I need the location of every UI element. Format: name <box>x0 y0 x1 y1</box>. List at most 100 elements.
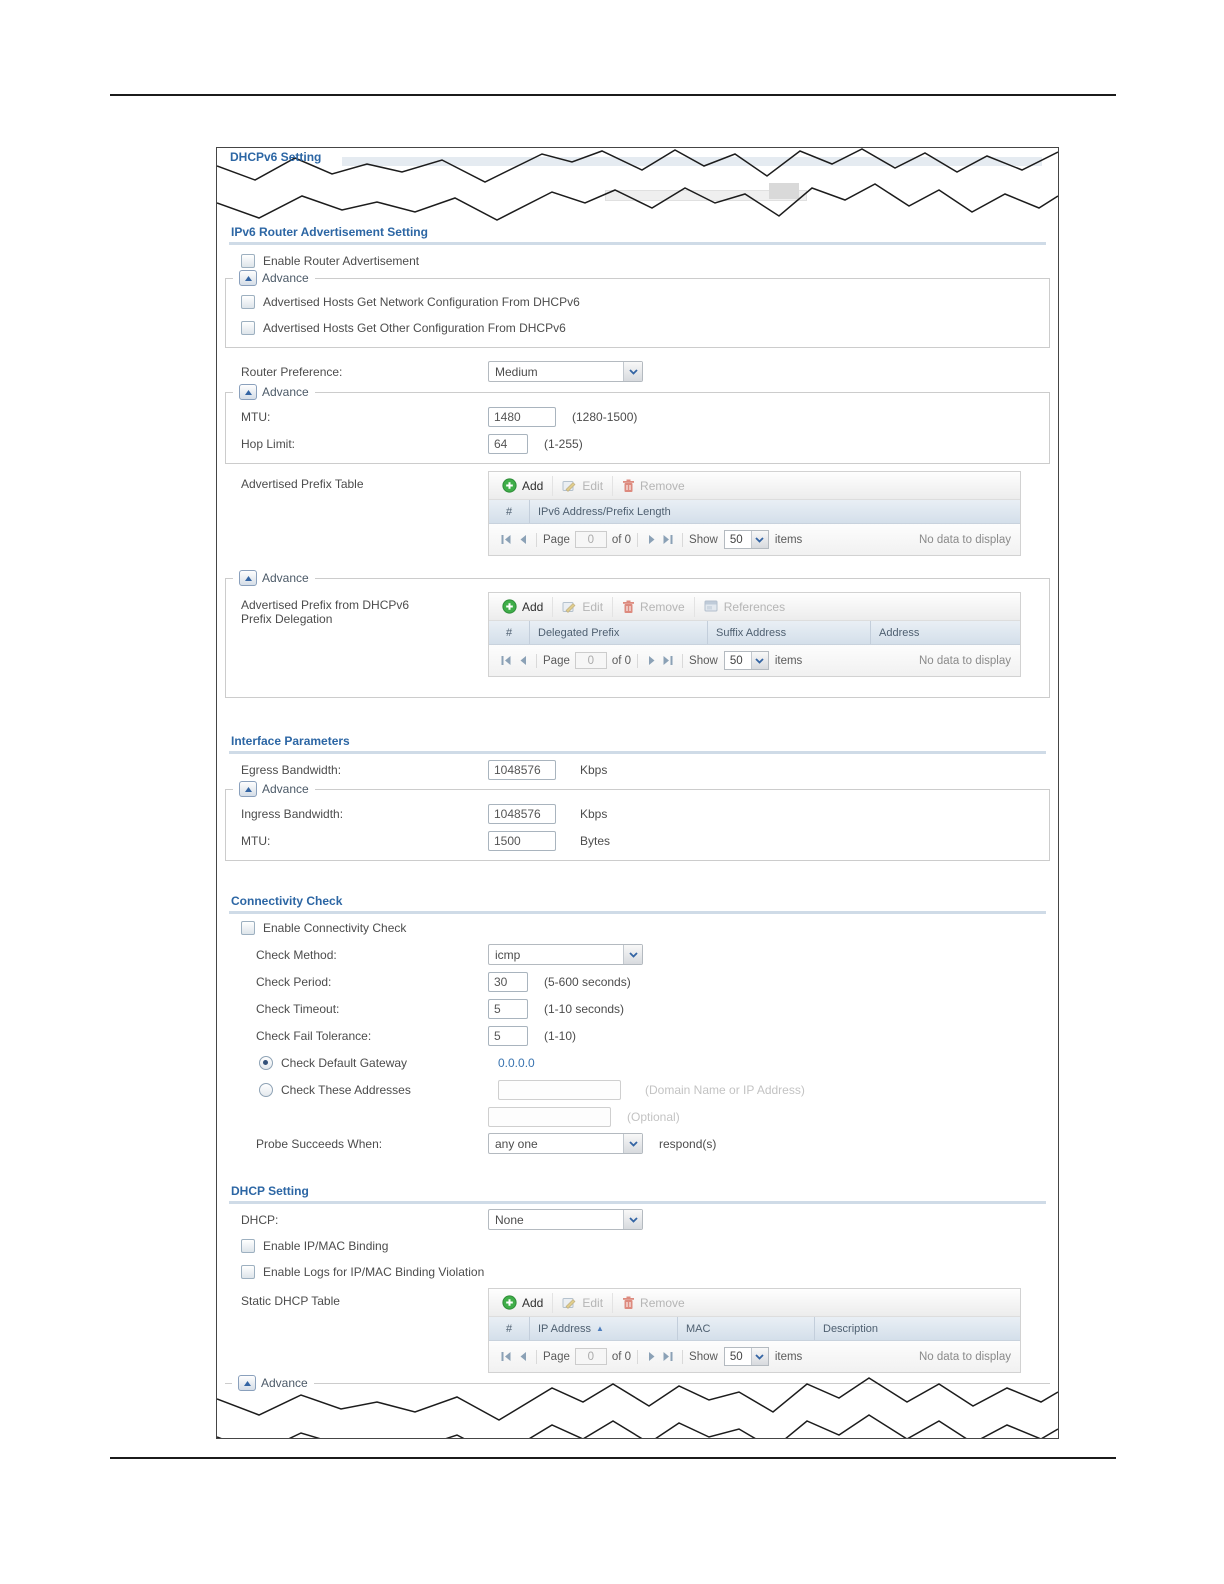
check-period-input[interactable] <box>488 971 528 992</box>
check-timeout-input[interactable] <box>488 998 528 1019</box>
page-divider-bottom <box>110 1457 1116 1459</box>
next-page-icon[interactable] <box>644 655 660 666</box>
edit-icon <box>562 480 576 492</box>
first-page-icon[interactable] <box>498 534 514 545</box>
column-header[interactable]: Suffix Address <box>707 621 870 644</box>
chevron-down-icon[interactable] <box>623 945 642 964</box>
prev-page-icon[interactable] <box>514 655 530 666</box>
ingress-unit: Kbps <box>580 806 608 821</box>
advance-label: Advance <box>262 782 309 796</box>
last-page-icon[interactable] <box>660 655 676 666</box>
iface-mtu-unit: Bytes <box>580 833 611 848</box>
enable-ip-mac-binding-checkbox[interactable] <box>241 1239 255 1253</box>
page-size-select[interactable]: 50 <box>723 651 769 670</box>
ingress-bandwidth-input[interactable] <box>488 803 556 824</box>
edit-icon <box>562 1297 576 1309</box>
advertised-prefix-table: Add Edit Remove # IPv6 Address/Prefix Le… <box>488 471 1021 556</box>
chevron-down-icon[interactable] <box>623 1210 642 1229</box>
remove-button[interactable]: Remove <box>612 1292 694 1313</box>
page-number-input[interactable] <box>574 652 607 669</box>
check-fail-tolerance-range: (1-10) <box>544 1028 577 1043</box>
page-divider-top <box>110 94 1116 96</box>
advance-collapse-toggle[interactable] <box>239 781 257 797</box>
enable-ip-mac-logs-checkbox[interactable] <box>241 1265 255 1279</box>
column-header[interactable]: # <box>489 621 529 644</box>
section-title-ra: IPv6 Router Advertisement Setting <box>229 223 1046 245</box>
hosts-network-config-checkbox[interactable] <box>241 295 255 309</box>
prev-page-icon[interactable] <box>514 534 530 545</box>
edit-button[interactable]: Edit <box>552 1292 612 1313</box>
check-these-addresses-label: Check These Addresses <box>281 1082 411 1097</box>
next-page-icon[interactable] <box>644 1351 660 1362</box>
check-address-input-2[interactable] <box>488 1106 611 1127</box>
remove-button[interactable]: Remove <box>612 475 694 496</box>
check-period-label: Check Period: <box>256 974 332 989</box>
column-header[interactable]: # <box>489 1317 529 1340</box>
check-default-gateway-label: Check Default Gateway <box>281 1055 408 1070</box>
page-size-select[interactable]: 50 <box>723 1347 769 1366</box>
show-label: Show <box>689 1350 718 1363</box>
advance-collapse-toggle[interactable] <box>239 384 257 400</box>
page-label: Page <box>543 533 570 546</box>
column-header[interactable]: # <box>489 500 529 523</box>
column-header-sorted[interactable]: IP Address ▲ <box>529 1317 677 1340</box>
check-default-gateway-radio[interactable] <box>259 1055 273 1070</box>
first-page-icon[interactable] <box>498 1351 514 1362</box>
trash-icon <box>623 1296 635 1309</box>
items-label: items <box>774 533 803 546</box>
chevron-down-icon[interactable] <box>623 1134 642 1153</box>
hop-limit-input[interactable] <box>488 433 528 454</box>
edit-button[interactable]: Edit <box>552 475 612 496</box>
column-header[interactable]: MAC <box>677 1317 814 1340</box>
remove-button[interactable]: Remove <box>612 596 694 617</box>
column-header[interactable]: Description <box>814 1317 1020 1340</box>
edit-button[interactable]: Edit <box>552 596 612 617</box>
probe-succeeds-select[interactable]: any one <box>488 1133 643 1154</box>
advance-collapse-toggle[interactable] <box>239 570 257 586</box>
router-preference-label: Router Preference: <box>241 364 343 379</box>
last-page-icon[interactable] <box>660 1351 676 1362</box>
last-page-icon[interactable] <box>660 534 676 545</box>
advertised-prefix-table-label: Advertised Prefix Table <box>241 477 364 491</box>
check-these-addresses-radio[interactable] <box>259 1082 273 1097</box>
page-number-input[interactable] <box>574 531 607 548</box>
page-size-select[interactable]: 50 <box>723 530 769 549</box>
router-preference-select[interactable]: Medium <box>488 361 643 382</box>
check-timeout-range: (1-10 seconds) <box>544 1001 625 1016</box>
enable-router-advertisement-checkbox[interactable] <box>241 254 255 268</box>
advance-collapse-toggle[interactable] <box>239 270 257 286</box>
first-page-icon[interactable] <box>498 655 514 666</box>
dhcp-mode-select[interactable]: None <box>488 1209 643 1230</box>
delegation-table: Add Edit Remove References # Delegated P… <box>488 592 1021 677</box>
show-label: Show <box>689 533 718 546</box>
egress-unit: Kbps <box>580 762 608 777</box>
optional-hint: (Optional) <box>627 1109 680 1124</box>
ra-mtu-range: (1280-1500) <box>572 409 638 424</box>
add-button[interactable]: Add <box>493 597 552 617</box>
column-header[interactable]: IPv6 Address/Prefix Length <box>529 500 1020 523</box>
hosts-other-config-checkbox[interactable] <box>241 321 255 335</box>
ra-mtu-input[interactable] <box>488 406 556 427</box>
egress-bandwidth-input[interactable] <box>488 759 556 780</box>
page-number-input[interactable] <box>574 1348 607 1365</box>
references-button[interactable]: References <box>693 596 794 617</box>
check-address-input-1[interactable] <box>498 1079 621 1100</box>
add-button[interactable]: Add <box>493 476 552 496</box>
enable-connectivity-check-label: Enable Connectivity Check <box>263 921 407 935</box>
add-button[interactable]: Add <box>493 1293 552 1313</box>
check-method-select[interactable]: icmp <box>488 944 643 965</box>
interface-settings-panel: DHCPv6 Setting IPv6 Router Advertisement… <box>216 147 1059 1439</box>
no-data-text: No data to display <box>918 654 1011 667</box>
column-header[interactable]: Address <box>870 621 1020 644</box>
chevron-down-icon[interactable] <box>623 362 642 381</box>
ra-advance-group-2: Advance MTU: (1280-1500) Hop Limit: (1-2… <box>225 384 1050 464</box>
check-fail-tolerance-input[interactable] <box>488 1025 528 1046</box>
default-gateway-value: 0.0.0.0 <box>498 1055 535 1070</box>
column-header[interactable]: Delegated Prefix <box>529 621 707 644</box>
iface-mtu-input[interactable] <box>488 830 556 851</box>
next-page-icon[interactable] <box>644 534 660 545</box>
prev-page-icon[interactable] <box>514 1351 530 1362</box>
enable-connectivity-check-checkbox[interactable] <box>241 921 255 935</box>
pagination-bar: Page of 0 Show 50 items No data to displ… <box>489 1341 1020 1372</box>
items-label: items <box>774 654 803 667</box>
